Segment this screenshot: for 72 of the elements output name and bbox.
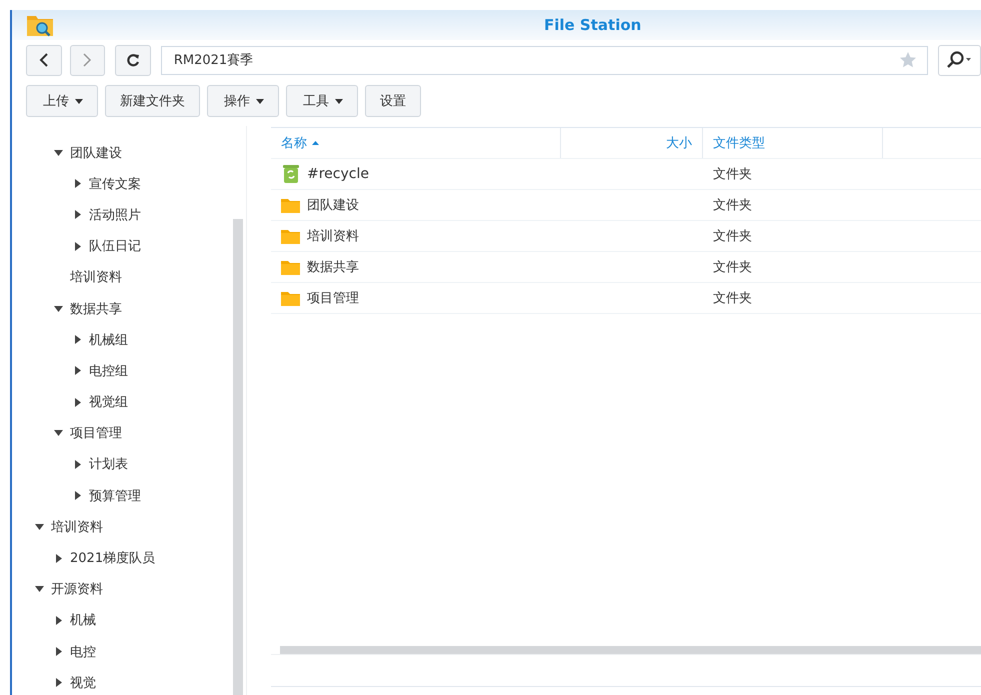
tree-item[interactable]: 宣传文案 <box>12 168 246 200</box>
tree-item[interactable]: 电控 <box>12 636 246 668</box>
toolbar-button[interactable]: 设置 <box>365 85 421 117</box>
forward-icon <box>82 53 92 67</box>
folder-icon <box>281 290 300 306</box>
collapsed-arrow-icon[interactable] <box>54 678 63 688</box>
toolbar-button[interactable]: 操作 <box>207 85 279 117</box>
toolbar-button[interactable]: 上传 <box>26 85 98 117</box>
tree-item[interactable]: 培训资料 <box>12 511 246 542</box>
window-title: File Station <box>544 16 642 34</box>
tree-item[interactable]: 开源资料 <box>12 574 246 605</box>
expanded-arrow-icon[interactable] <box>35 586 44 592</box>
tree-item[interactable]: 机械组 <box>12 324 246 356</box>
file-type: 文件夹 <box>713 228 752 245</box>
collapsed-arrow-icon[interactable] <box>73 491 82 500</box>
scrollbar[interactable] <box>233 219 243 695</box>
tree-item[interactable]: 视觉 <box>12 667 246 695</box>
file-type: 文件夹 <box>713 259 752 276</box>
tree-item[interactable]: 团队建设 <box>12 137 246 168</box>
collapsed-arrow-icon[interactable] <box>54 554 63 563</box>
scrollbar[interactable] <box>280 646 981 654</box>
collapsed-arrow-icon[interactable] <box>73 460 82 469</box>
sort-up-icon <box>312 141 319 145</box>
refresh-button[interactable] <box>115 44 151 76</box>
expanded-arrow-icon[interactable] <box>54 430 63 436</box>
star-icon[interactable] <box>898 51 917 69</box>
expanded-arrow-icon[interactable] <box>54 306 63 312</box>
collapsed-arrow-icon[interactable] <box>73 398 82 407</box>
tree-item[interactable]: 预算管理 <box>12 480 246 512</box>
search-button[interactable] <box>938 44 981 76</box>
folder-icon <box>281 198 300 212</box>
recycle-bin-icon <box>282 165 298 183</box>
collapsed-arrow-icon[interactable] <box>73 242 82 251</box>
collapsed-arrow-icon[interactable] <box>54 647 63 656</box>
back-button[interactable] <box>26 44 62 76</box>
tree-item[interactable]: 活动照片 <box>12 199 246 231</box>
column-header[interactable]: 文件类型 <box>703 128 883 158</box>
toolbar-button[interactable]: 工具 <box>286 85 358 117</box>
file-name[interactable]: 培训资料 <box>307 227 359 245</box>
refresh-icon <box>126 53 140 67</box>
back-icon <box>38 53 49 67</box>
collapsed-arrow-icon[interactable] <box>73 335 82 344</box>
expanded-arrow-icon[interactable] <box>54 150 63 156</box>
tree-item[interactable]: 数据共享 <box>12 292 246 324</box>
tree-item[interactable]: 培训资料 <box>12 262 246 293</box>
expanded-arrow-icon[interactable] <box>35 524 44 530</box>
column-header[interactable]: 名称 <box>271 128 561 158</box>
file-type: 文件夹 <box>713 166 752 183</box>
collapsed-arrow-icon[interactable] <box>54 616 63 625</box>
toolbar-button[interactable]: 新建文件夹 <box>105 85 200 117</box>
folder-icon <box>281 260 300 274</box>
file-type: 文件夹 <box>713 290 752 307</box>
file-type: 文件夹 <box>713 197 752 214</box>
file-name[interactable]: #recycle <box>307 166 369 182</box>
tree-item[interactable]: 队伍日记 <box>12 230 246 262</box>
folder-search-icon <box>26 13 54 37</box>
column-header[interactable]: 大小 <box>561 128 703 158</box>
tree-item[interactable]: 项目管理 <box>12 418 246 449</box>
search-icon <box>946 51 972 69</box>
collapsed-arrow-icon[interactable] <box>73 366 82 376</box>
file-name[interactable]: 数据共享 <box>307 258 359 276</box>
folder-icon <box>281 228 300 244</box>
file-name[interactable]: 项目管理 <box>307 289 359 307</box>
tree-item[interactable]: 计划表 <box>12 448 246 480</box>
tree-item[interactable]: 视觉组 <box>12 386 246 418</box>
collapsed-arrow-icon[interactable] <box>73 210 82 220</box>
tree-item[interactable]: 2021梯度队员 <box>12 542 246 574</box>
path-field[interactable]: RM2021賽季 <box>160 46 928 74</box>
tree-item[interactable]: 电控组 <box>12 355 246 386</box>
collapsed-arrow-icon[interactable] <box>73 179 82 188</box>
file-name[interactable]: 团队建设 <box>307 196 359 214</box>
tree-item[interactable]: 机械 <box>12 604 246 636</box>
